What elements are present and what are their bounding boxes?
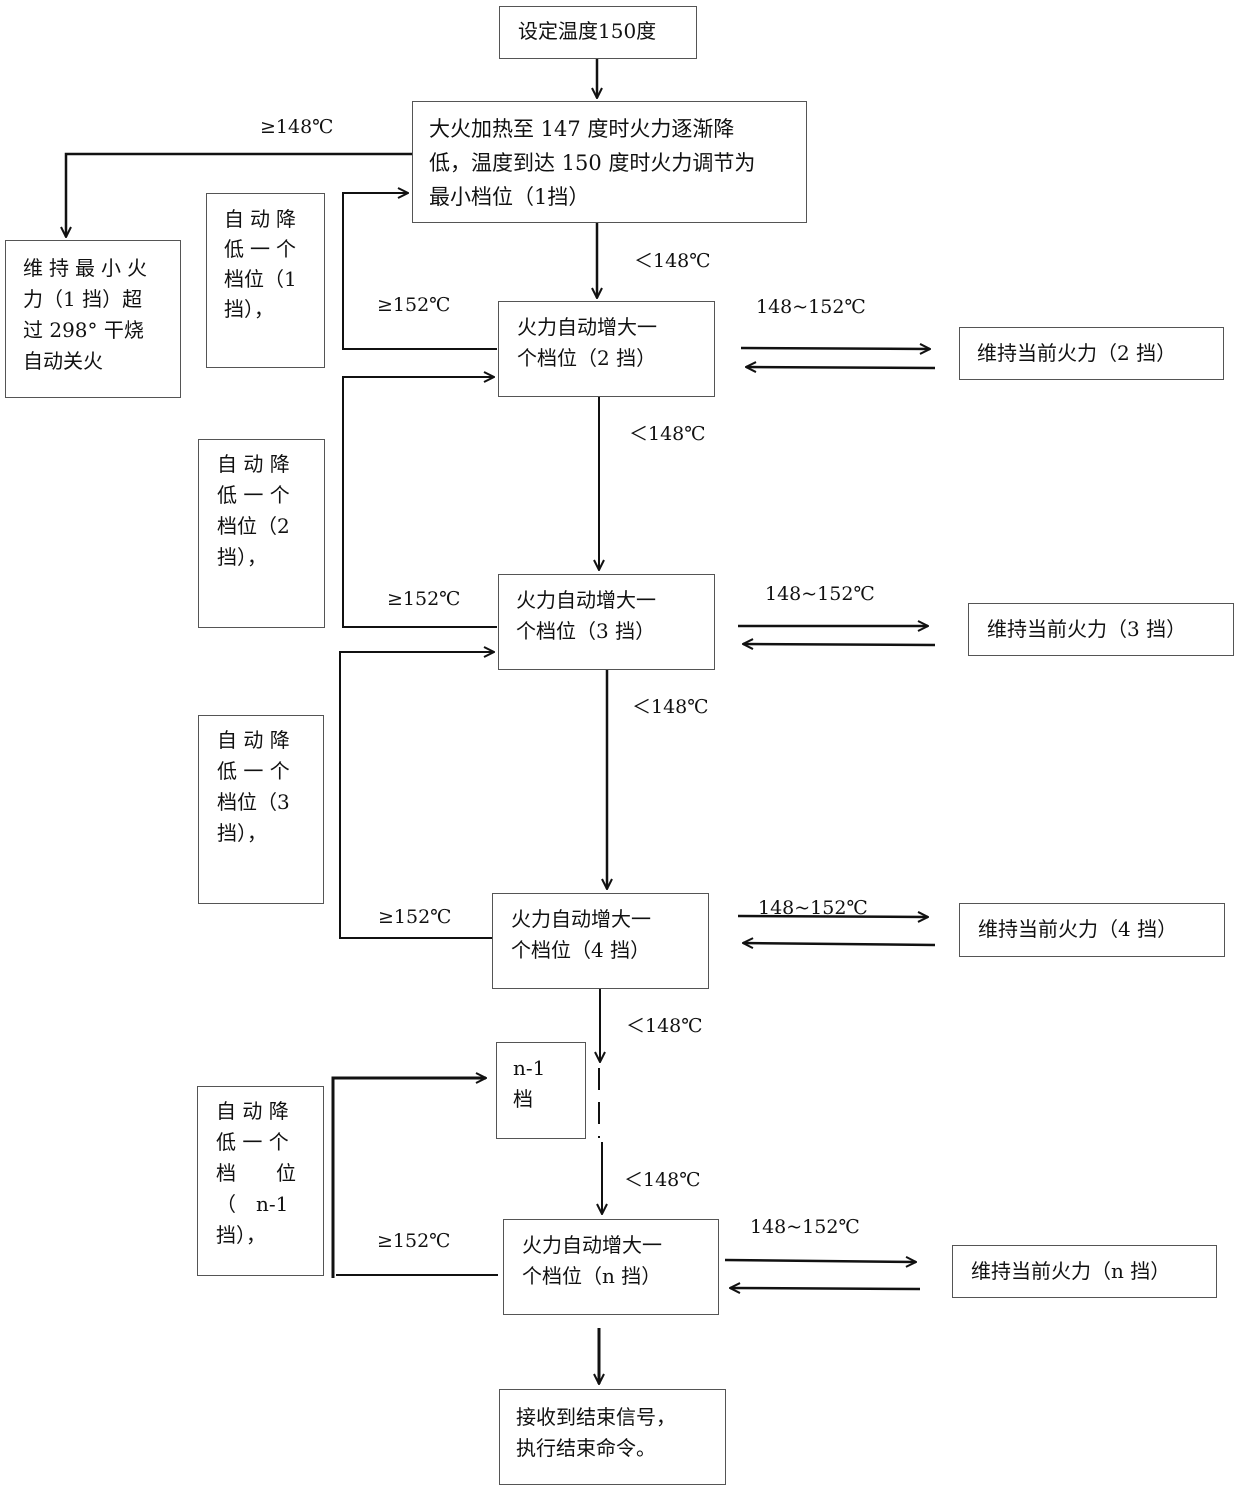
- node-increase-2: 火力自动增大一 个档位（2 挡）: [498, 301, 715, 397]
- node-heat-line: 低，温度到达 150 度时火力调节为: [429, 151, 756, 175]
- node-keep-text: 维持当前火力（3 挡）: [987, 617, 1187, 641]
- node-dry-burn-line: 力（1 挡）超: [23, 287, 143, 311]
- node-increase-line: 火力自动增大一: [516, 588, 656, 612]
- node-end-line: 接收到结束信号，: [516, 1405, 676, 1429]
- node-end-line: 执行结束命令。: [516, 1436, 656, 1460]
- node-decrease-line: 档 位: [216, 1161, 296, 1185]
- node-decrease-line: 自 动 降: [216, 1099, 289, 1123]
- label-lt148: ＜148℃: [632, 696, 709, 718]
- node-increase-line: 个档位（n 挡）: [522, 1264, 662, 1288]
- node-decrease-line: 档位（1: [224, 267, 297, 291]
- arrow-keepn-to-incn: [730, 1288, 921, 1289]
- node-decrease-line: 档位（2: [217, 514, 290, 538]
- node-decrease-line: （ n-1: [216, 1192, 289, 1216]
- node-decrease-line: 低 一 个: [217, 483, 290, 507]
- node-dry-burn-line: 维持最小火: [23, 256, 153, 280]
- node-heat-line: 最小档位（1挡）: [429, 185, 590, 209]
- node-n-minus-1-line: n-1: [513, 1056, 546, 1080]
- node-keep-2: 维持当前火力（2 挡）: [959, 327, 1224, 380]
- node-end: 接收到结束信号， 执行结束命令。: [499, 1389, 726, 1485]
- node-dry-burn: 维持最小火 力（1 挡）超 过 298° 干烧 自动关火: [5, 240, 181, 398]
- node-decrease-2: 自 动 降 低 一 个 档位（2 挡），: [198, 439, 325, 628]
- node-decrease-line: 档位（3: [217, 790, 290, 814]
- arrow-keep3-to-inc3: [743, 644, 936, 645]
- node-keep-4: 维持当前火力（4 挡）: [959, 903, 1225, 957]
- label-lt148: ＜148℃: [624, 1169, 701, 1191]
- node-keep-text: 维持当前火力（2 挡）: [977, 341, 1177, 365]
- node-decrease-line: 自 动 降: [217, 728, 290, 752]
- node-decrease-line: 低一个: [224, 237, 302, 261]
- label-range: 148~152℃: [750, 1216, 860, 1238]
- node-decrease-1: 自动降 低一个 档位（1 挡），: [206, 193, 325, 368]
- node-heat-line: 大火加热至 147 度时火力逐渐降: [429, 117, 735, 141]
- label-ge152: ≥152℃: [377, 294, 451, 316]
- node-keep-n: 维持当前火力（n 挡）: [952, 1245, 1217, 1298]
- node-start-text: 设定温度150度: [518, 19, 657, 43]
- node-decrease-line: 低 一 个: [216, 1130, 289, 1154]
- node-keep-text: 维持当前火力（n 挡）: [971, 1259, 1171, 1283]
- node-increase-3: 火力自动增大一 个档位（3 挡）: [498, 574, 715, 670]
- label-range: 148~152℃: [756, 296, 866, 318]
- node-decrease-3: 自 动 降 低 一 个 档位（3 挡），: [198, 715, 324, 904]
- node-increase-line: 火力自动增大一: [511, 907, 651, 931]
- label-ge152: ≥152℃: [387, 588, 461, 610]
- node-decrease-line: 挡），: [217, 545, 267, 569]
- node-heat: 大火加热至 147 度时火力逐渐降 低，温度到达 150 度时火力调节为 最小档…: [412, 101, 807, 223]
- label-ge152: ≥152℃: [378, 906, 452, 928]
- label-lt148: ＜148℃: [634, 250, 711, 272]
- arrow-keep2-to-inc2: [746, 367, 936, 368]
- node-decrease-line: 挡），: [217, 821, 267, 845]
- label-ge152: ≥152℃: [377, 1230, 451, 1252]
- node-decrease-line: 挡），: [224, 297, 274, 321]
- label-lt148: ＜148℃: [629, 423, 706, 445]
- label-range: 148~152℃: [765, 583, 875, 605]
- node-increase-line: 个档位（2 挡）: [517, 346, 657, 370]
- node-decrease-line: 低 一 个: [217, 759, 290, 783]
- node-n-minus-1-line: 档: [513, 1087, 533, 1111]
- arrow-keep4-to-inc4: [743, 943, 936, 945]
- node-keep-3: 维持当前火力（3 挡）: [968, 603, 1234, 656]
- arrow-inc4-to-inc3: [339, 652, 494, 939]
- node-dry-burn-line: 过 298° 干烧: [23, 318, 144, 342]
- node-n-minus-1: n-1 档: [496, 1042, 586, 1139]
- node-decrease-n-minus-1: 自 动 降 低 一 个 档 位 （ n-1 挡），: [197, 1086, 324, 1276]
- node-decrease-line: 自动降: [224, 207, 302, 231]
- node-start: 设定温度150度: [499, 6, 697, 59]
- node-decrease-line: 自 动 降: [217, 452, 290, 476]
- node-increase-line: 火力自动增大一: [517, 315, 657, 339]
- label-ge148: ≥148℃: [260, 116, 334, 138]
- node-decrease-line: 挡），: [216, 1223, 266, 1247]
- node-increase-line: 个档位（4 挡）: [511, 938, 651, 962]
- arrow-incn-to-keepn: [724, 1260, 916, 1262]
- node-increase-line: 个档位（3 挡）: [516, 619, 656, 643]
- arrow-inc2-to-keep2: [740, 348, 930, 349]
- node-dry-burn-line: 自动关火: [23, 349, 103, 373]
- label-range: 148~152℃: [758, 897, 868, 919]
- node-keep-text: 维持当前火力（4 挡）: [978, 917, 1178, 941]
- node-increase-line: 火力自动增大一: [522, 1233, 662, 1257]
- node-increase-n: 火力自动增大一 个档位（n 挡）: [503, 1219, 719, 1315]
- node-increase-4: 火力自动增大一 个档位（4 挡）: [492, 893, 709, 989]
- label-lt148: ＜148℃: [626, 1015, 703, 1037]
